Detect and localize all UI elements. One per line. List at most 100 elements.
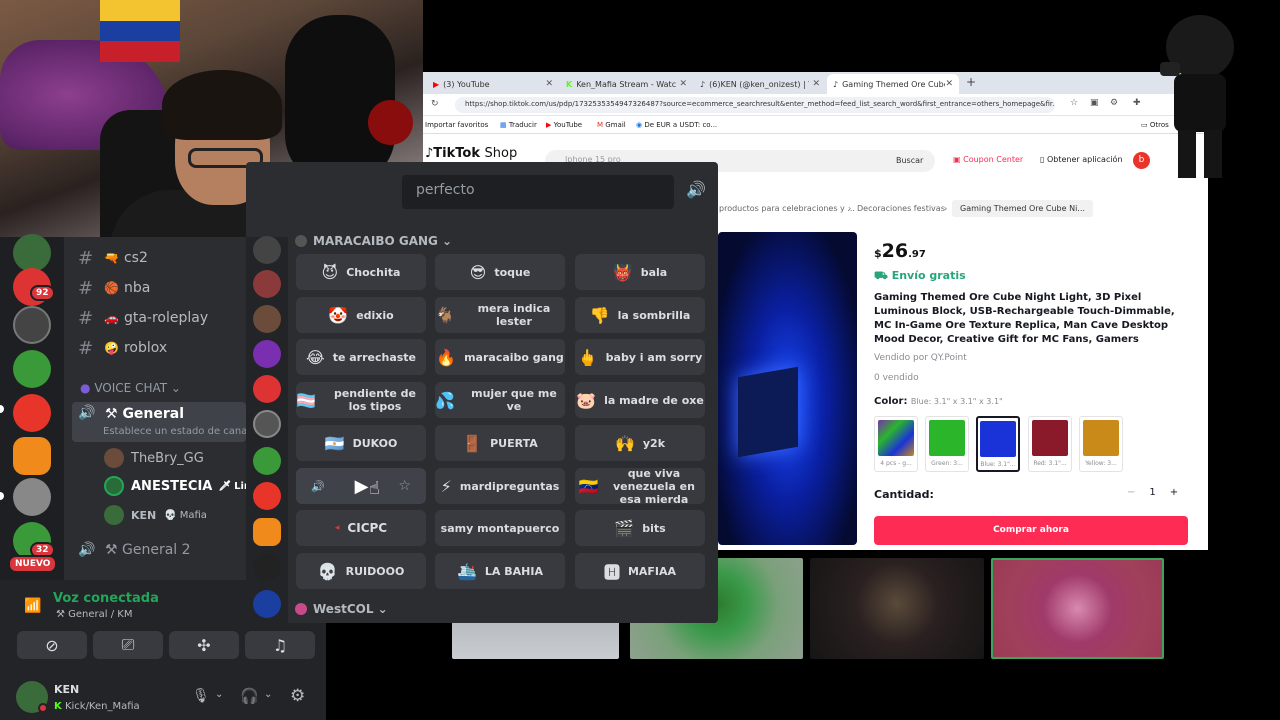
extension-icon[interactable]: ▣ bbox=[1090, 98, 1099, 108]
voice-channel-general-2[interactable]: ⚒ General 2 bbox=[105, 542, 191, 558]
quantity-minus-button[interactable]: − bbox=[1127, 487, 1135, 498]
get-app-button[interactable]: ▯ Obtener aplicación bbox=[1040, 155, 1123, 164]
quantity-plus-button[interactable]: + bbox=[1170, 487, 1178, 498]
camera-off-button[interactable]: ⊘ bbox=[17, 631, 87, 659]
server-icon[interactable] bbox=[253, 305, 281, 333]
server-icon[interactable] bbox=[253, 340, 281, 368]
star-icon[interactable]: ☆ bbox=[398, 478, 411, 494]
server-icon-dorito[interactable] bbox=[13, 437, 51, 475]
bookmark-youtube[interactable]: ▶ YouTube bbox=[546, 121, 582, 129]
server-icon[interactable] bbox=[253, 482, 281, 510]
star-icon[interactable]: ☆ bbox=[1070, 98, 1078, 108]
server-icon[interactable] bbox=[253, 236, 281, 264]
channel-roblox[interactable]: # 🤪 roblox bbox=[78, 336, 167, 360]
quantity-stepper[interactable]: − 1 + bbox=[1127, 487, 1178, 498]
server-icon[interactable] bbox=[253, 553, 281, 581]
coupon-center-button[interactable]: ▣ Coupon Center bbox=[947, 152, 1029, 170]
seller-label[interactable]: Vendido por QY.Point bbox=[874, 353, 967, 363]
server-icon-dorito[interactable] bbox=[253, 518, 281, 546]
stream-thumbnail-4[interactable] bbox=[991, 558, 1164, 659]
server-icon[interactable] bbox=[13, 234, 51, 272]
server-icon[interactable] bbox=[13, 306, 51, 344]
sound-button[interactable]: 🎬 bits bbox=[575, 510, 705, 546]
voice-user-ken[interactable]: KEN 💀 Mafia bbox=[104, 504, 207, 526]
chevron-down-icon[interactable]: ⌄ bbox=[215, 689, 223, 700]
voice-user-anestecia[interactable]: ANESTECIA🗡Lirin bbox=[104, 475, 259, 497]
color-swatch-4pcs[interactable]: 4 pcs - g... bbox=[874, 416, 918, 472]
server-icon-pepper[interactable] bbox=[253, 375, 281, 403]
server-icon[interactable] bbox=[253, 410, 281, 438]
color-swatch-blue[interactable]: Blue: 3.1"... bbox=[976, 416, 1020, 472]
breadcrumb-celebraciones[interactable]: productos para celebraciones y ... bbox=[719, 204, 855, 213]
gear-icon[interactable]: ⚙ bbox=[290, 686, 305, 706]
screen-share-button[interactable]: ⎚ bbox=[93, 631, 163, 659]
microphone-icon[interactable]: 🎙 bbox=[192, 688, 210, 704]
settings-icon[interactable]: ⚙ bbox=[1110, 98, 1118, 108]
server-icon-mcbo[interactable] bbox=[253, 590, 281, 618]
sound-button-hovered[interactable]: 🔊 ▶ ☆ bbox=[296, 468, 426, 504]
browser-tab-product[interactable]: ♪ Gaming Themed Ore Cube Night ...✕ bbox=[827, 74, 959, 94]
sound-button[interactable]: 🅷 MAFIAA bbox=[575, 553, 705, 589]
sound-button[interactable]: 😈 Chochita bbox=[296, 254, 426, 290]
server-icon[interactable] bbox=[253, 270, 281, 298]
sound-button[interactable]: 👎 la sombrilla bbox=[575, 297, 705, 333]
sound-button[interactable]: 🐐 mera indica lester bbox=[435, 297, 565, 333]
sound-button[interactable]: 😎 toque bbox=[435, 254, 565, 290]
soundboard-group-westcol[interactable]: WestCOL ⌄ bbox=[295, 602, 388, 616]
sound-button[interactable]: 💦 mujer que me ve bbox=[435, 382, 565, 418]
play-icon[interactable]: ▶ bbox=[355, 476, 369, 497]
reload-icon[interactable]: ↻ bbox=[431, 99, 439, 109]
buy-now-button[interactable]: Comprar ahora bbox=[874, 516, 1188, 545]
browser-tab-kick[interactable]: K Ken_Mafia Stream - Watch Live or...✕ bbox=[560, 74, 693, 94]
sound-button[interactable]: 🛳️ LA BAHIA bbox=[435, 553, 565, 589]
soundboard-button[interactable]: ♫ bbox=[245, 631, 315, 659]
puzzle-icon[interactable]: ✚ bbox=[1133, 98, 1141, 108]
sound-button[interactable]: 🚪 PUERTA bbox=[435, 425, 565, 461]
soundboard-search-input[interactable]: perfecto bbox=[402, 175, 674, 209]
close-icon[interactable]: ✕ bbox=[679, 79, 687, 89]
new-tab-button[interactable]: + bbox=[966, 75, 976, 89]
sound-button[interactable]: 🇦🇷 DUKOO bbox=[296, 425, 426, 461]
soundboard-group-maracaibo[interactable]: MARACAIBO GANG ⌄ bbox=[295, 234, 452, 248]
tiktok-shop-logo[interactable]: ♪TikTok Shop bbox=[425, 146, 517, 161]
sound-button[interactable]: 🇻🇪 que viva venezuela en esa mierda bbox=[575, 467, 705, 506]
sound-button[interactable]: samy montapuerco bbox=[435, 510, 565, 546]
headphones-icon[interactable]: 🎧 bbox=[240, 687, 259, 705]
channel-nba[interactable]: # 🏀 nba bbox=[78, 276, 150, 300]
chevron-down-icon[interactable]: ⌄ bbox=[264, 689, 272, 700]
activities-button[interactable]: ✣ bbox=[169, 631, 239, 659]
profile-avatar[interactable]: b bbox=[1133, 152, 1150, 169]
server-icon[interactable] bbox=[13, 394, 51, 432]
sound-button[interactable]: 🔥 maracaibo gang bbox=[435, 339, 565, 375]
server-icon[interactable] bbox=[253, 447, 281, 475]
color-swatch-yellow[interactable]: Yellow: 3... bbox=[1079, 416, 1123, 472]
channel-gta-roleplay[interactable]: # 🚗 gta-roleplay bbox=[78, 306, 208, 330]
sound-button[interactable]: 🏳️‍⚧️ pendiente de los tipos bbox=[296, 382, 426, 418]
sound-button[interactable]: 💀 RUIDOOO bbox=[296, 553, 426, 589]
voice-channel-status[interactable]: Establece un estado de canal bbox=[103, 426, 250, 437]
breadcrumb-decoraciones[interactable]: Decoraciones festivas bbox=[857, 204, 945, 213]
close-icon[interactable]: ✕ bbox=[945, 79, 953, 89]
color-swatch-red[interactable]: Red: 3.1"... bbox=[1028, 416, 1072, 472]
voice-connected-label[interactable]: Voz conectada bbox=[53, 591, 159, 606]
voice-category-header[interactable]: ● VOICE CHAT ⌄ bbox=[80, 381, 181, 395]
stream-thumbnail-3[interactable] bbox=[810, 558, 984, 659]
sound-button[interactable]: 🤡 edixio bbox=[296, 297, 426, 333]
shop-search-button[interactable]: Buscar bbox=[896, 150, 923, 165]
sound-button[interactable]: 🐷 la madre de oxe bbox=[575, 382, 705, 418]
sound-button[interactable]: 🖕 baby i am sorry bbox=[575, 339, 705, 375]
bookmark-gmail[interactable]: M Gmail bbox=[597, 121, 626, 129]
sound-button[interactable]: 🙌 y2k bbox=[575, 425, 705, 461]
browser-tab-tiktok[interactable]: ♪ (6)KEN (@ken_onizest) | TikTok✕ bbox=[694, 74, 826, 94]
sound-button[interactable]: ◂ CICPC bbox=[296, 510, 426, 546]
bookmark-traducir[interactable]: ▦ Traducir bbox=[500, 121, 537, 129]
close-icon[interactable]: ✕ bbox=[545, 79, 553, 89]
channel-cs2[interactable]: # 🔫 cs2 bbox=[78, 246, 148, 270]
close-icon[interactable]: ✕ bbox=[812, 79, 820, 89]
bookmark-importar[interactable]: Importar favoritos bbox=[425, 121, 488, 129]
color-swatch-green[interactable]: Green: 3... bbox=[925, 416, 969, 472]
address-bar[interactable]: https://shop.tiktok.com/us/pdp/173253535… bbox=[455, 97, 1055, 113]
volume-icon[interactable]: 🔊 bbox=[686, 180, 706, 199]
bookmark-eur-usdt[interactable]: ◉ De EUR a USDT: co... bbox=[636, 121, 717, 129]
sound-button[interactable]: ⚡ mardipreguntas bbox=[435, 468, 565, 504]
